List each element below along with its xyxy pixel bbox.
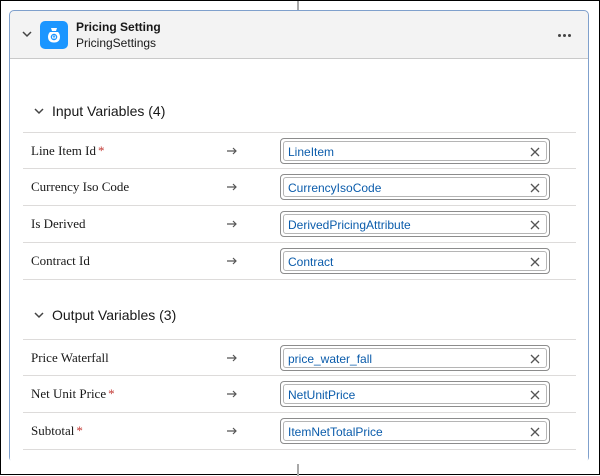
field-value: NetUnitPrice	[288, 388, 356, 402]
flow-connector-bottom	[297, 464, 299, 476]
output-row-subtotal: Subtotal * ItemNetTotalPrice	[23, 413, 576, 450]
collapse-chevron-icon[interactable]	[20, 27, 34, 41]
output-variables-header[interactable]: Output Variables (3)	[32, 305, 176, 325]
variable-field[interactable]: DerivedPricingAttribute	[280, 211, 550, 237]
field-value: ItemNetTotalPrice	[288, 425, 383, 439]
variable-field[interactable]: price_water_fall	[280, 345, 550, 371]
card-header: Pricing Setting PricingSettings	[10, 11, 588, 59]
required-marker: *	[76, 423, 83, 438]
required-marker: *	[108, 386, 115, 401]
clear-icon[interactable]	[528, 218, 542, 232]
variable-field[interactable]: NetUnitPrice	[280, 381, 550, 407]
card-title: Pricing Setting	[76, 20, 161, 34]
more-actions-icon[interactable]	[552, 25, 576, 45]
flow-connector-top	[297, 1, 299, 10]
clear-icon[interactable]	[528, 388, 542, 402]
field-value: Contract	[288, 255, 334, 269]
input-row-contract-id: Contract Id Contract	[23, 243, 576, 280]
arrow-right-icon	[225, 351, 239, 365]
variable-field[interactable]: Contract	[280, 248, 550, 274]
pricing-setting-card: Pricing Setting PricingSettings Input Va…	[9, 10, 589, 463]
card-subtitle: PricingSettings	[76, 36, 157, 50]
row-label: Subtotal *	[31, 423, 83, 438]
chevron-down-icon	[32, 104, 46, 118]
row-label: Is Derived	[31, 216, 86, 231]
variable-field[interactable]: ItemNetTotalPrice	[280, 418, 550, 444]
arrow-right-icon	[225, 424, 239, 438]
pricing-setting-icon	[40, 21, 68, 49]
card-body: Input Variables (4) Line Item Id * LineIt…	[10, 58, 588, 463]
arrow-right-icon	[225, 180, 239, 194]
input-variables-header[interactable]: Input Variables (4)	[32, 101, 165, 121]
clear-icon[interactable]	[528, 255, 542, 269]
clear-icon[interactable]	[528, 352, 542, 366]
variable-field[interactable]: CurrencyIsoCode	[280, 174, 550, 200]
output-row-price-waterfall: Price Waterfall price_water_fall	[23, 339, 576, 376]
row-label: Net Unit Price *	[31, 386, 115, 401]
row-label: Line Item Id *	[31, 143, 105, 158]
row-label: Contract Id	[31, 253, 90, 268]
required-marker: *	[97, 143, 105, 158]
row-label: Currency Iso Code	[31, 179, 130, 194]
section-title: Output Variables (3)	[52, 307, 177, 323]
output-row-net-unit-price: Net Unit Price * NetUnitPrice	[23, 376, 576, 413]
input-row-is-derived: Is Derived DerivedPricingAttribute	[23, 206, 576, 243]
arrow-right-icon	[225, 217, 239, 231]
field-value: DerivedPricingAttribute	[288, 218, 411, 232]
arrow-right-icon	[225, 387, 239, 401]
chevron-down-icon	[32, 308, 46, 322]
clear-icon[interactable]	[528, 425, 542, 439]
field-value: CurrencyIsoCode	[288, 181, 382, 195]
screenshot-frame: Pricing Setting PricingSettings Input Va…	[0, 0, 600, 476]
section-title: Input Variables (4)	[52, 103, 166, 119]
arrow-right-icon	[225, 144, 239, 158]
field-value: price_water_fall	[288, 352, 373, 366]
input-row-currency-iso-code: Currency Iso Code CurrencyIsoCode	[23, 169, 576, 206]
row-label: Price Waterfall	[31, 350, 109, 365]
arrow-right-icon	[225, 254, 239, 268]
field-value: LineItem	[288, 145, 335, 159]
clear-icon[interactable]	[528, 145, 542, 159]
clear-icon[interactable]	[528, 181, 542, 195]
input-row-line-item-id: Line Item Id * LineItem	[23, 132, 576, 169]
variable-field[interactable]: LineItem	[280, 138, 550, 164]
